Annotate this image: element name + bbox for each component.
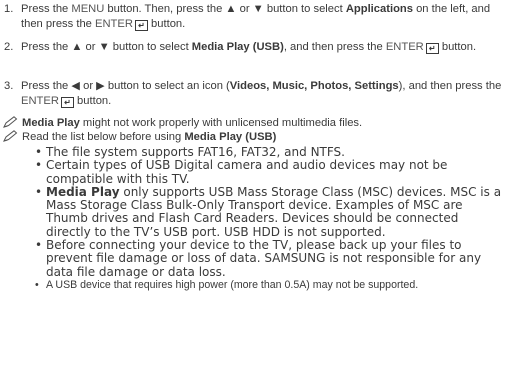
text-run: button.	[73, 94, 112, 107]
step-number: 1.	[4, 3, 14, 15]
text-run: button. Then, press the	[104, 3, 226, 15]
applications-label: Applications	[345, 3, 413, 15]
text-run: button to select	[263, 3, 346, 15]
left-arrow-icon: ◀	[71, 80, 80, 92]
media-play-usb-label: Media Play (USB)	[184, 131, 277, 143]
bullet-icon: •	[35, 145, 43, 159]
manual-page: 1. Press the MENU button. Then, press th…	[0, 0, 510, 383]
step-number: 2.	[4, 41, 14, 53]
icon-options-label: Videos, Music, Photos, Settings	[229, 80, 399, 92]
enter-key-label: ENTER	[95, 17, 133, 30]
enter-key-icon: ↵	[425, 43, 439, 54]
text-run: or	[236, 3, 253, 15]
media-play-label: Media Play	[46, 184, 120, 199]
step-1: 1. Press the MENU button. Then, press th…	[4, 2, 506, 31]
list-item-text: The file system supports FAT16, FAT32, a…	[46, 145, 345, 159]
list-item-text: A USB device that requires high power (m…	[46, 278, 419, 291]
list-item: • Before connecting your device to the TV…	[34, 238, 504, 279]
text-run: ), and then press the	[398, 80, 502, 92]
right-arrow-icon: ▶	[96, 80, 105, 92]
note-text: might not work properly with unlicensed …	[79, 117, 363, 129]
note-text: Read the list below before using	[22, 131, 185, 143]
enter-key-label: ENTER	[21, 94, 59, 107]
list-item-text: Certain types of USB Digital camera and …	[46, 158, 448, 186]
step-text: Press the ◀ or ▶ button to select an ico…	[21, 79, 506, 108]
enter-key-label: ENTER	[385, 41, 424, 53]
text-run: Press the	[21, 3, 72, 15]
media-play-usb-label: Media Play (USB)	[191, 41, 284, 53]
list-item: • A USB device that requires high power (…	[34, 279, 504, 292]
bullet-icon: •	[35, 158, 43, 173]
note-1: Media Play might not work properly with …	[3, 116, 503, 130]
text-run: button to select	[109, 41, 192, 53]
text-run: , and then press the	[283, 41, 386, 53]
text-run: or	[79, 80, 97, 92]
list-item: • Media Play only supports USB Mass Stora…	[34, 184, 504, 239]
requirements-list: • The file system supports FAT16, FAT32, …	[34, 145, 504, 292]
bullet-icon: •	[35, 238, 43, 253]
pencil-note-icon	[3, 116, 18, 128]
step-number: 3.	[4, 80, 14, 92]
list-item-text: Before connecting your device to the TV,…	[46, 238, 482, 279]
enter-key-icon: ↵	[134, 19, 148, 31]
text-run: button.	[438, 41, 477, 53]
up-arrow-icon: ▲	[225, 3, 237, 15]
text-run: button to select an icon (	[104, 80, 230, 92]
step-text: Press the ▲ or ▼ button to select Media …	[21, 40, 506, 55]
bullet-icon: •	[35, 184, 43, 199]
list-item: • Certain types of USB Digital camera and…	[34, 158, 504, 186]
pencil-note-icon	[3, 130, 18, 142]
bullet-icon: •	[35, 278, 39, 291]
step-text: Press the MENU button. Then, press the ▲…	[21, 2, 506, 31]
enter-key-icon: ↵	[60, 96, 74, 108]
step-2: 2. Press the ▲ or ▼ button to select Med…	[4, 40, 506, 55]
step-3: 3. Press the ◀ or ▶ button to select an …	[4, 79, 506, 108]
up-arrow-icon: ▲	[71, 41, 83, 53]
list-item: • The file system supports FAT16, FAT32, …	[34, 145, 504, 159]
menu-key-label: MENU	[71, 3, 105, 15]
text-run: button.	[147, 17, 186, 30]
down-arrow-icon: ▼	[252, 3, 264, 15]
text-run: or	[82, 41, 99, 53]
text-run: Press the	[21, 41, 72, 53]
text-run: Press the	[21, 80, 72, 92]
note-2: Read the list below before using Media P…	[3, 130, 503, 144]
down-arrow-icon: ▼	[98, 41, 110, 53]
media-play-label: Media Play	[22, 117, 80, 129]
